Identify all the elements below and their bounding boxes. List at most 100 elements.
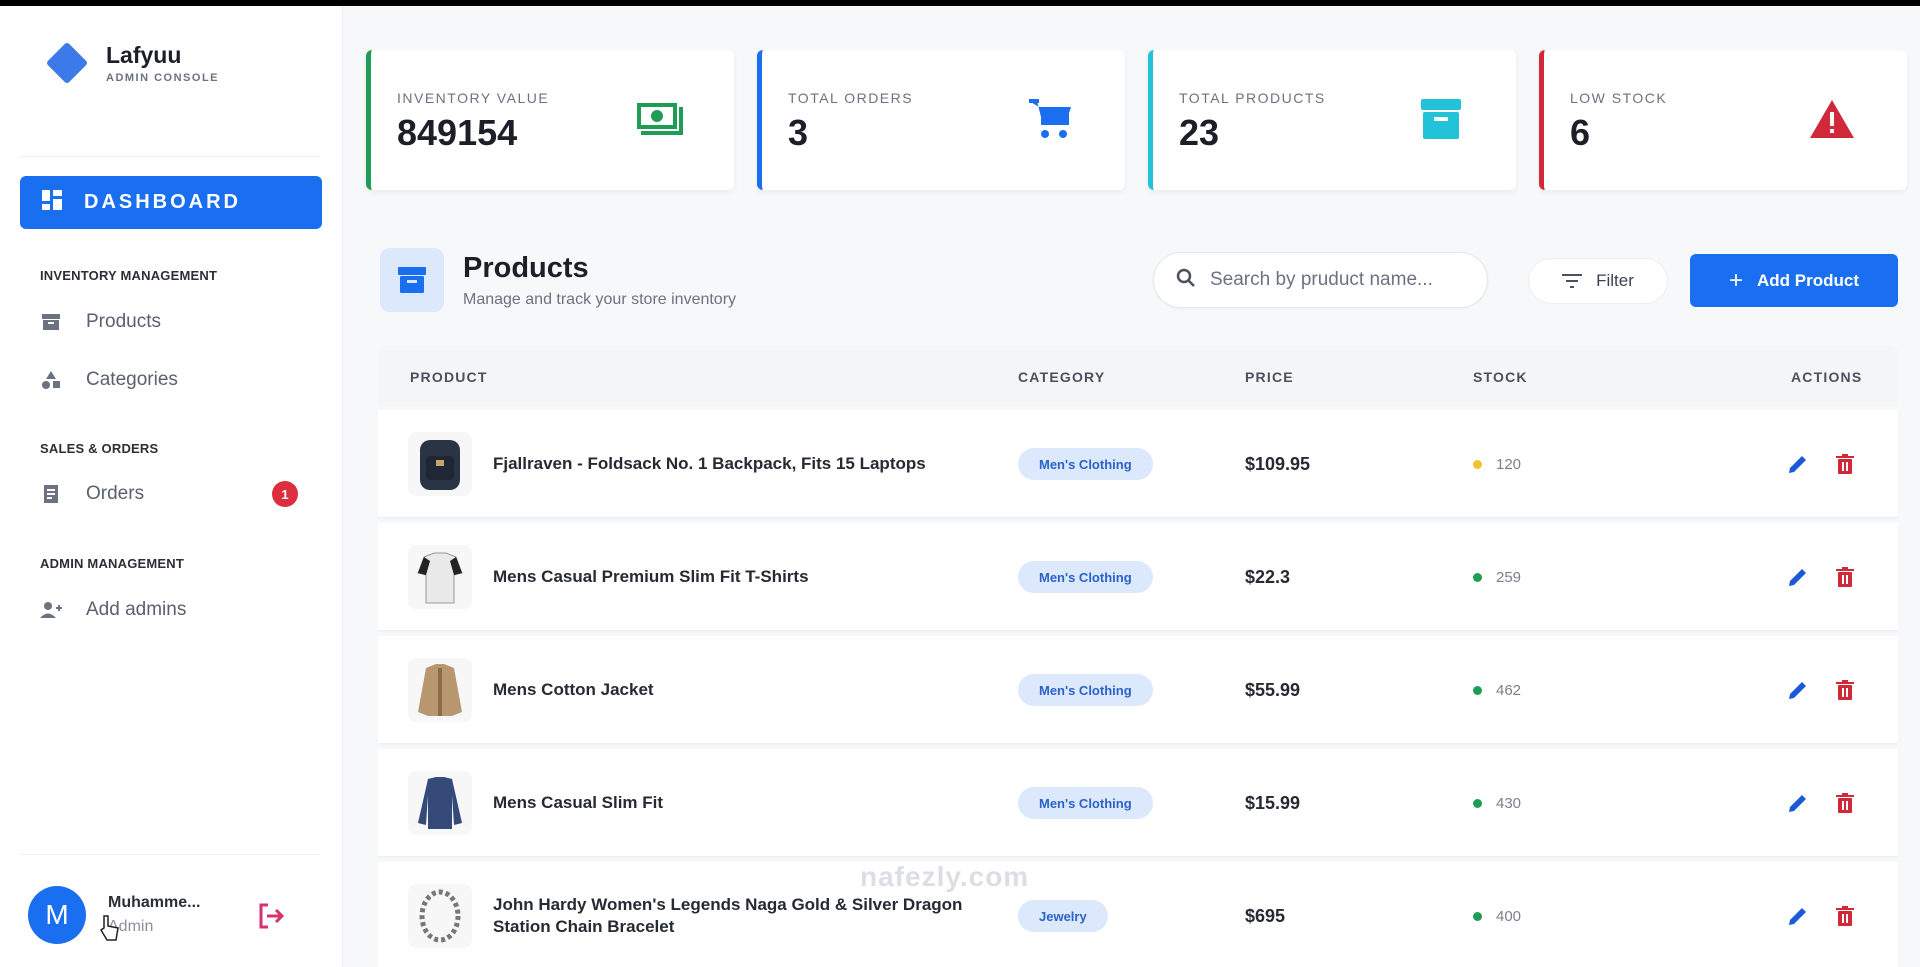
receipt-icon <box>40 483 62 505</box>
stat-label: TOTAL PRODUCTS <box>1179 90 1326 106</box>
column-header-actions: ACTIONS <box>1791 369 1863 385</box>
table-header: PRODUCT CATEGORY PRICE STOCK ACTIONS <box>378 346 1898 406</box>
stock-value: 430 <box>1496 794 1522 812</box>
filter-icon <box>1562 274 1583 288</box>
table-row[interactable]: Mens Casual Slim Fit Men's Clothing $15.… <box>378 749 1898 857</box>
filter-label: Filter <box>1596 271 1634 290</box>
pencil-icon[interactable] <box>1786 678 1810 702</box>
column-header-product[interactable]: PRODUCT <box>410 369 488 385</box>
stock-indicator: 430 <box>1473 749 1521 857</box>
category-badge: Men's Clothing <box>1018 787 1153 819</box>
section-title-inventory: INVENTORY MANAGEMENT <box>40 268 218 283</box>
sidebar-item-label: Orders <box>86 483 145 504</box>
trash-icon[interactable] <box>1833 904 1857 928</box>
pencil-icon[interactable] <box>1786 452 1810 476</box>
trash-icon[interactable] <box>1833 452 1857 476</box>
stat-card-low-stock: LOW STOCK 6 <box>1539 50 1907 190</box>
stat-value: 6 <box>1570 112 1591 153</box>
trash-icon[interactable] <box>1833 791 1857 815</box>
section-title-admin: ADMIN MANAGEMENT <box>40 556 185 571</box>
product-price: $15.99 <box>1245 792 1301 813</box>
pencil-icon[interactable] <box>1786 791 1810 815</box>
search-icon <box>1176 268 1196 293</box>
stock-status-dot <box>1473 459 1482 469</box>
sidebar: Lafyuu ADMIN CONSOLE DASHBOARD INVENTORY… <box>0 6 343 967</box>
sidebar-item-products[interactable]: Products <box>40 302 310 342</box>
product-price: $695 <box>1245 905 1286 926</box>
product-thumbnail <box>408 658 472 722</box>
sidebar-item-label: Categories <box>86 369 178 390</box>
sidebar-item-add-admins[interactable]: Add admins <box>40 590 310 630</box>
column-header-stock[interactable]: STOCK <box>1473 369 1528 385</box>
brand[interactable]: Lafyuu ADMIN CONSOLE <box>45 41 219 85</box>
stat-card-total-orders: TOTAL ORDERS 3 <box>757 50 1125 190</box>
trash-icon[interactable] <box>1833 678 1857 702</box>
product-name: Mens Casual Premium Slim Fit T-Shirts <box>493 567 809 586</box>
table-row[interactable]: Mens Casual Premium Slim Fit T-Shirts Me… <box>378 523 1898 631</box>
stat-card-total-products: TOTAL PRODUCTS 23 <box>1148 50 1516 190</box>
column-header-price[interactable]: PRICE <box>1245 369 1294 385</box>
product-name: Mens Cotton Jacket <box>493 680 654 699</box>
product-thumbnail <box>408 771 472 835</box>
orders-badge: 1 <box>272 481 298 507</box>
product-price: $109.95 <box>1245 453 1311 474</box>
add-product-button[interactable]: + Add Product <box>1690 254 1898 307</box>
product-thumbnail <box>408 884 472 948</box>
products-header-icon <box>380 248 444 312</box>
avatar[interactable]: M <box>28 886 86 944</box>
add-product-label: Add Product <box>1757 270 1859 290</box>
filter-button[interactable]: Filter <box>1528 258 1668 304</box>
stat-card-inventory-value: INVENTORY VALUE 849154 <box>366 50 734 190</box>
trash-icon[interactable] <box>1833 565 1857 589</box>
plus-icon: + <box>1728 266 1743 294</box>
shapes-icon <box>40 369 62 391</box>
table-row[interactable]: John Hardy Women's Legends Naga Gold & S… <box>378 862 1898 967</box>
divider <box>20 156 320 157</box>
category-badge: Jewelry <box>1018 900 1108 932</box>
table-row[interactable]: Fjallraven - Foldsack No. 1 Backpack, Fi… <box>378 410 1898 518</box>
stat-label: TOTAL ORDERS <box>788 90 914 106</box>
sidebar-item-categories[interactable]: Categories <box>40 360 310 400</box>
pencil-icon[interactable] <box>1786 904 1810 928</box>
warning-icon <box>1807 94 1857 144</box>
stat-value: 3 <box>788 112 809 153</box>
stock-value: 120 <box>1496 455 1522 473</box>
cart-icon <box>1025 94 1075 144</box>
brand-logo-icon <box>45 41 89 85</box>
product-name: Mens Casual Slim Fit <box>493 793 664 812</box>
sidebar-item-label: Products <box>86 311 161 332</box>
category-badge: Men's Clothing <box>1018 561 1153 593</box>
sidebar-item-label: DASHBOARD <box>84 191 241 213</box>
table-row[interactable]: Mens Cotton Jacket Men's Clothing $55.99… <box>378 636 1898 744</box>
column-header-category[interactable]: CATEGORY <box>1018 369 1105 385</box>
stat-label: INVENTORY VALUE <box>397 90 550 106</box>
pencil-icon[interactable] <box>1786 565 1810 589</box>
stock-indicator: 120 <box>1473 410 1521 518</box>
stock-indicator: 400 <box>1473 862 1521 967</box>
watermark: nafezly.com <box>860 861 1030 892</box>
brand-subtitle: ADMIN CONSOLE <box>106 72 219 84</box>
product-thumbnail <box>408 545 472 609</box>
stock-status-dot <box>1473 911 1482 921</box>
sidebar-item-orders[interactable]: Orders 1 <box>40 474 310 514</box>
stock-indicator: 259 <box>1473 523 1521 631</box>
money-icon <box>634 94 684 144</box>
stock-status-dot <box>1473 572 1482 582</box>
sidebar-item-dashboard[interactable]: DASHBOARD <box>20 176 322 229</box>
archive-icon <box>40 311 62 333</box>
search-box[interactable] <box>1153 252 1488 308</box>
stock-value: 259 <box>1496 568 1522 586</box>
archive-icon <box>1416 94 1466 144</box>
search-input[interactable] <box>1210 269 1460 291</box>
app-screen: Lafyuu ADMIN CONSOLE DASHBOARD INVENTORY… <box>0 6 1920 967</box>
category-badge: Men's Clothing <box>1018 448 1153 480</box>
brand-name: Lafyuu <box>106 42 182 68</box>
stock-indicator: 462 <box>1473 636 1521 744</box>
product-thumbnail <box>408 432 472 496</box>
stock-status-dot <box>1473 685 1482 695</box>
page-subtitle: Manage and track your store inventory <box>463 291 737 308</box>
stock-status-dot <box>1473 798 1482 808</box>
divider <box>20 854 320 855</box>
logout-icon[interactable] <box>256 901 286 931</box>
stock-value: 462 <box>1496 681 1522 699</box>
